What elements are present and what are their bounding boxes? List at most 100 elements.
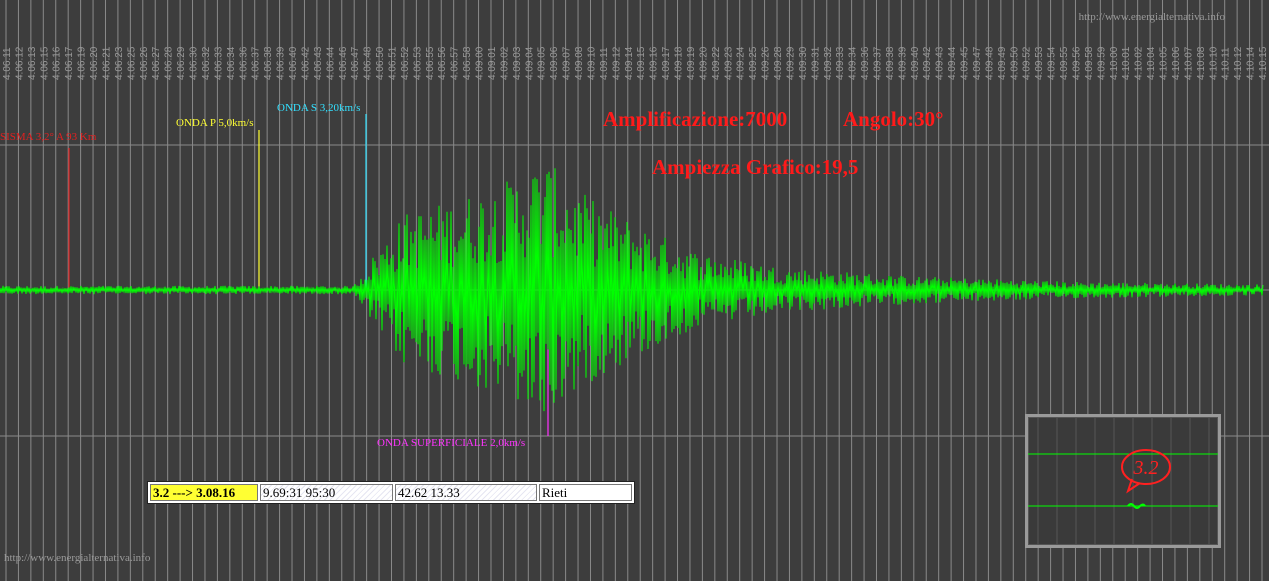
x-tick-label: 4.09.39	[897, 46, 908, 80]
x-tick-label: 4.10.06	[1171, 46, 1182, 80]
x-tick-label: 4.10.02	[1134, 46, 1145, 80]
x-tick-label: 4.09.03	[512, 46, 523, 80]
x-tick-label: 4.09.16	[649, 46, 660, 80]
x-tick-label: 4.06.20	[89, 46, 100, 80]
x-tick-label: 4.06.44	[325, 46, 336, 80]
x-tick-label: 4.09.30	[798, 46, 809, 80]
x-tick-label: 4.06.46	[338, 46, 349, 80]
x-tick-label: 4.10.12	[1233, 46, 1244, 80]
x-tick-label: 4.09.49	[997, 46, 1008, 80]
x-tick-label: 4.10.14	[1246, 46, 1257, 80]
x-tick-label: 4.09.50	[1009, 46, 1020, 80]
x-tick-label: 4.06.56	[437, 46, 448, 80]
x-tick-label: 4.09.40	[910, 46, 921, 80]
quake-marker-label: SISMA 3,2° A 93 Km	[0, 131, 97, 143]
x-tick-label: 4.10.08	[1196, 46, 1207, 80]
x-tick-label: 4.09.23	[723, 46, 734, 80]
x-tick-label: 4.06.26	[139, 46, 150, 80]
x-tick-label: 4.06.53	[412, 46, 423, 80]
magnitude-cell: 3.2 ---> 3.08.16	[150, 484, 258, 501]
x-tick-label: 4.06.16	[52, 46, 63, 80]
p-wave-marker-label: ONDA P 5,0km/s	[176, 117, 254, 129]
x-tick-label: 4.09.11	[599, 47, 610, 80]
x-tick-label: 4.09.25	[748, 46, 759, 80]
x-tick-label: 4.09.38	[885, 46, 896, 80]
x-tick-label: 4.09.36	[860, 46, 871, 80]
x-tick-label: 4.06.39	[276, 46, 287, 80]
x-tick-label: 4.09.58	[1084, 46, 1095, 80]
x-tick-label: 4.10.11	[1221, 47, 1232, 80]
x-tick-label: 4.10.15	[1258, 46, 1269, 80]
x-tick-label: 4.09.33	[835, 46, 846, 80]
x-tick-label: 4.09.34	[848, 46, 859, 80]
x-tick-label: 4.09.53	[1034, 46, 1045, 80]
x-tick-label: 4.09.10	[586, 46, 597, 80]
x-tick-label: 4.06.15	[39, 46, 50, 80]
x-tick-label: 4.10.01	[1121, 46, 1132, 80]
watermark-top: http://www.energialternativa.info	[1078, 11, 1225, 23]
event-thumbnail: 3.2	[1025, 414, 1221, 548]
amplification-label: Amplificazione:7000	[603, 107, 788, 131]
x-tick-label: 4.10.04	[1146, 46, 1157, 80]
x-tick-label: 4.09.17	[661, 46, 672, 80]
x-tick-label: 4.09.44	[947, 46, 958, 80]
x-tick-label: 4.09.06	[549, 46, 560, 80]
x-tick-label: 4.09.19	[686, 46, 697, 80]
x-tick-label: 4.09.52	[1022, 46, 1033, 80]
angle-label: Angolo:30°	[843, 107, 944, 131]
x-tick-label: 4.09.12	[611, 46, 622, 80]
x-tick-label: 4.06.34	[226, 46, 237, 80]
x-tick-label: 4.06.27	[151, 46, 162, 80]
event-info-table: 3.2 ---> 3.08.16 9.69:31 95:30 42.62 13.…	[147, 481, 635, 504]
x-tick-label: 4.06.51	[388, 46, 399, 80]
s-wave-marker-label: ONDA S 3,20km/s	[277, 102, 361, 114]
x-tick-label: 4.06.25	[126, 46, 137, 80]
x-tick-label: 4.06.47	[350, 46, 361, 80]
x-tick-label: 4.06.55	[425, 46, 436, 80]
x-tick-label: 4.09.32	[823, 46, 834, 80]
x-tick-label: 4.09.28	[773, 46, 784, 80]
x-tick-label: 4.09.45	[960, 46, 971, 80]
x-tick-label: 4.09.48	[984, 46, 995, 80]
x-tick-label: 4.09.59	[1096, 46, 1107, 80]
x-tick-label: 4.06.33	[213, 46, 224, 80]
x-tick-label: 4.06.28	[164, 46, 175, 80]
coordinates-cell: 42.62 13.33	[395, 484, 537, 501]
x-tick-label: 4.09.14	[624, 46, 635, 80]
x-tick-label: 4.06.21	[101, 46, 112, 80]
x-tick-label: 4.09.04	[524, 46, 535, 80]
x-tick-label: 4.09.47	[972, 46, 983, 80]
x-tick-label: 4.06.29	[176, 46, 187, 80]
x-tick-label: 4.06.40	[288, 46, 299, 80]
x-tick-label: 4.09.42	[922, 46, 933, 80]
x-tick-label: 4.09.43	[935, 46, 946, 80]
x-tick-label: 4.09.56	[1071, 46, 1082, 80]
x-tick-label: 4.09.29	[785, 46, 796, 80]
watermark-bottom: http://www.energialternativa.info	[4, 552, 151, 564]
x-tick-label: 4.09.18	[674, 46, 685, 80]
x-tick-label: 4.06.13	[27, 46, 38, 80]
seismograph-display: 4.06.11 4.06.12 4.06.13 4.06.15 4.06.16 4.06.…	[0, 0, 1269, 581]
x-tick-label: 4.06.43	[313, 46, 324, 80]
x-tick-label: 4.06.50	[375, 46, 386, 80]
x-tick-label: 4.10.05	[1159, 46, 1170, 80]
x-tick-label: 4.06.52	[400, 46, 411, 80]
x-tick-label: 4.06.23	[114, 46, 125, 80]
x-tick-label: 4.09.08	[574, 46, 585, 80]
x-tick-label: 4.09.22	[711, 46, 722, 80]
x-tick-label: 4.06.57	[450, 46, 461, 80]
x-tick-label: 4.06.12	[14, 46, 25, 80]
x-tick-label: 4.09.02	[499, 46, 510, 80]
time-cell: 9.69:31 95:30	[260, 484, 393, 501]
x-tick-label: 4.06.36	[238, 46, 249, 80]
x-tick-label: 4.06.48	[363, 46, 374, 80]
x-tick-label: 4.09.24	[736, 46, 747, 80]
x-tick-label: 4.10.00	[1109, 46, 1120, 80]
x-tick-label: 4.06.58	[462, 46, 473, 80]
x-tick-label: 4.06.17	[64, 46, 75, 80]
x-tick-label: 4.09.01	[487, 46, 498, 80]
x-tick-label: 4.09.26	[761, 46, 772, 80]
thumb-magnitude-badge: 3.2	[1133, 457, 1159, 479]
x-tick-label: 4.06.30	[189, 46, 200, 80]
x-tick-label: 4.09.54	[1047, 46, 1058, 80]
